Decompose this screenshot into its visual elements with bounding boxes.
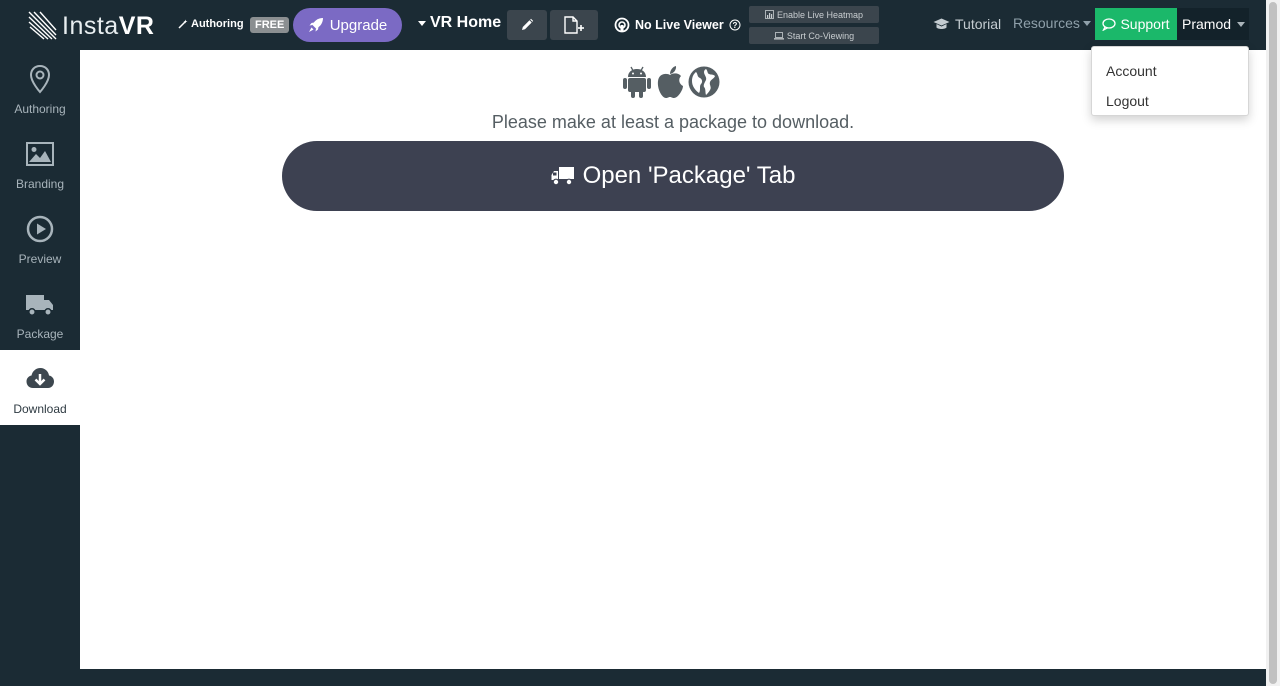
rocket-icon bbox=[308, 18, 323, 32]
edit-project-button[interactable] bbox=[507, 10, 547, 40]
resources-dropdown[interactable]: Resources bbox=[1013, 15, 1091, 31]
top-bar: InstaVR Authoring FREE Upgrade VR Home N… bbox=[0, 0, 1266, 50]
image-icon bbox=[26, 142, 54, 166]
scrollbar-thumb[interactable] bbox=[1269, 2, 1277, 684]
plan-badge: FREE bbox=[250, 17, 290, 33]
page-scrollbar[interactable] bbox=[1266, 0, 1280, 686]
chat-bubble-icon bbox=[1102, 17, 1117, 31]
enable-heatmap-button[interactable]: Enable Live Heatmap bbox=[749, 6, 879, 23]
magic-wand-icon bbox=[178, 19, 188, 29]
add-page-button[interactable] bbox=[550, 10, 598, 40]
cloud-download-icon bbox=[26, 368, 54, 388]
graduation-cap-icon bbox=[933, 18, 950, 29]
apple-icon bbox=[657, 66, 683, 98]
bar-chart-icon bbox=[765, 10, 774, 19]
no-package-message: Please make at least a package to downlo… bbox=[491, 112, 855, 132]
file-plus-icon bbox=[564, 16, 584, 34]
sidebar-item-label: Download bbox=[13, 402, 67, 416]
sidebar-item-label: Package bbox=[16, 327, 64, 341]
chevron-down-icon bbox=[1082, 20, 1091, 26]
sidebar-item-label: Authoring bbox=[14, 102, 66, 116]
android-icon bbox=[623, 66, 651, 98]
svg-text:?: ? bbox=[732, 21, 737, 30]
support-button[interactable]: Support bbox=[1095, 8, 1177, 40]
menu-item-account[interactable]: Account bbox=[1092, 56, 1248, 86]
menu-item-logout[interactable]: Logout bbox=[1092, 86, 1248, 116]
live-viewer-status[interactable]: No Live Viewer ? bbox=[614, 17, 741, 33]
logo-text: InstaVR bbox=[62, 11, 155, 40]
play-icon bbox=[26, 215, 54, 243]
sidebar-item-branding[interactable]: Branding bbox=[0, 125, 80, 200]
user-name: Pramod bbox=[1182, 16, 1232, 32]
sidebar-item-preview[interactable]: Preview bbox=[0, 200, 80, 275]
sidebar-item-authoring[interactable]: Authoring bbox=[0, 50, 80, 125]
project-name: VR Home bbox=[430, 14, 502, 31]
start-coviewing-button[interactable]: Start Co-Viewing bbox=[749, 27, 879, 44]
sidebar-item-download[interactable]: Download bbox=[0, 350, 80, 425]
sidebar-item-label: Preview bbox=[18, 252, 62, 266]
map-pin-icon bbox=[29, 64, 51, 94]
open-package-tab-button[interactable]: Open 'Package' Tab bbox=[282, 141, 1064, 211]
authoring-mode-label: Authoring bbox=[178, 18, 244, 30]
logo-wing-icon bbox=[28, 11, 57, 40]
laptop-icon bbox=[773, 31, 784, 39]
main-content: Please make at least a package to downlo… bbox=[80, 50, 1266, 669]
globe-icon bbox=[688, 66, 720, 98]
pencil-icon bbox=[522, 18, 534, 30]
tutorial-link[interactable]: Tutorial bbox=[933, 16, 1001, 32]
platform-icons bbox=[622, 65, 720, 99]
user-menu-toggle[interactable]: Pramod bbox=[1177, 8, 1249, 40]
upgrade-button[interactable]: Upgrade bbox=[293, 8, 402, 42]
sidebar-item-label: Branding bbox=[15, 177, 65, 191]
truck-icon bbox=[551, 167, 574, 186]
instavr-logo[interactable]: InstaVR bbox=[26, 9, 161, 43]
broadcast-icon bbox=[614, 17, 630, 33]
help-circle-icon[interactable]: ? bbox=[729, 19, 741, 31]
truck-icon bbox=[26, 295, 53, 316]
chevron-down-icon bbox=[1237, 21, 1246, 27]
sidebar: Authoring Branding Preview Package Downl… bbox=[0, 50, 80, 686]
chevron-down-icon bbox=[418, 20, 426, 26]
user-dropdown-menu: Account Logout bbox=[1091, 46, 1249, 116]
sidebar-item-package[interactable]: Package bbox=[0, 275, 80, 350]
project-selector[interactable]: VR Home bbox=[418, 14, 501, 32]
